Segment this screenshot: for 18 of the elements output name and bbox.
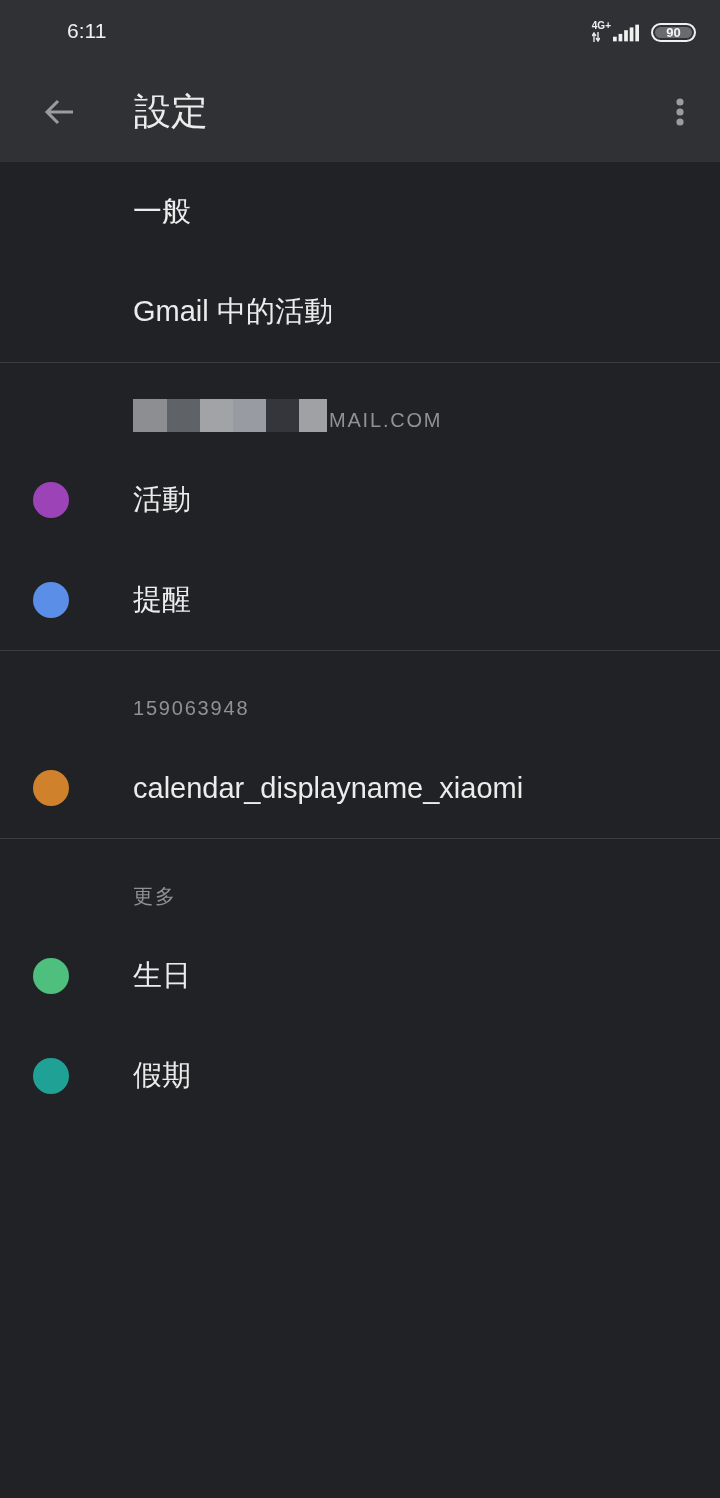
settings-item[interactable]: 假期 [0,1026,720,1126]
battery-indicator: 90 [651,22,696,42]
settings-item[interactable]: 活動 [0,450,720,550]
settings-item[interactable]: Gmail 中的活動 [0,262,720,362]
section-header: 更多 [133,884,177,909]
overflow-menu-icon [676,98,684,126]
signal-icon [613,23,639,42]
settings-item[interactable]: 生日 [0,926,720,1026]
status-time: 6:11 [67,19,107,43]
settings-item[interactable]: calendar_displayname_xiaomi [0,738,720,838]
section-header: 159063948 [133,696,250,721]
network-type-label: 4G+ [591,20,611,31]
data-arrows-icon [591,31,600,42]
section-header: MAIL.COM [329,408,443,433]
settings-item[interactable]: 提醒 [0,550,720,650]
back-arrow-icon [44,99,74,125]
page-title: 設定 [134,90,208,134]
settings-item[interactable]: 一般 [0,162,720,262]
